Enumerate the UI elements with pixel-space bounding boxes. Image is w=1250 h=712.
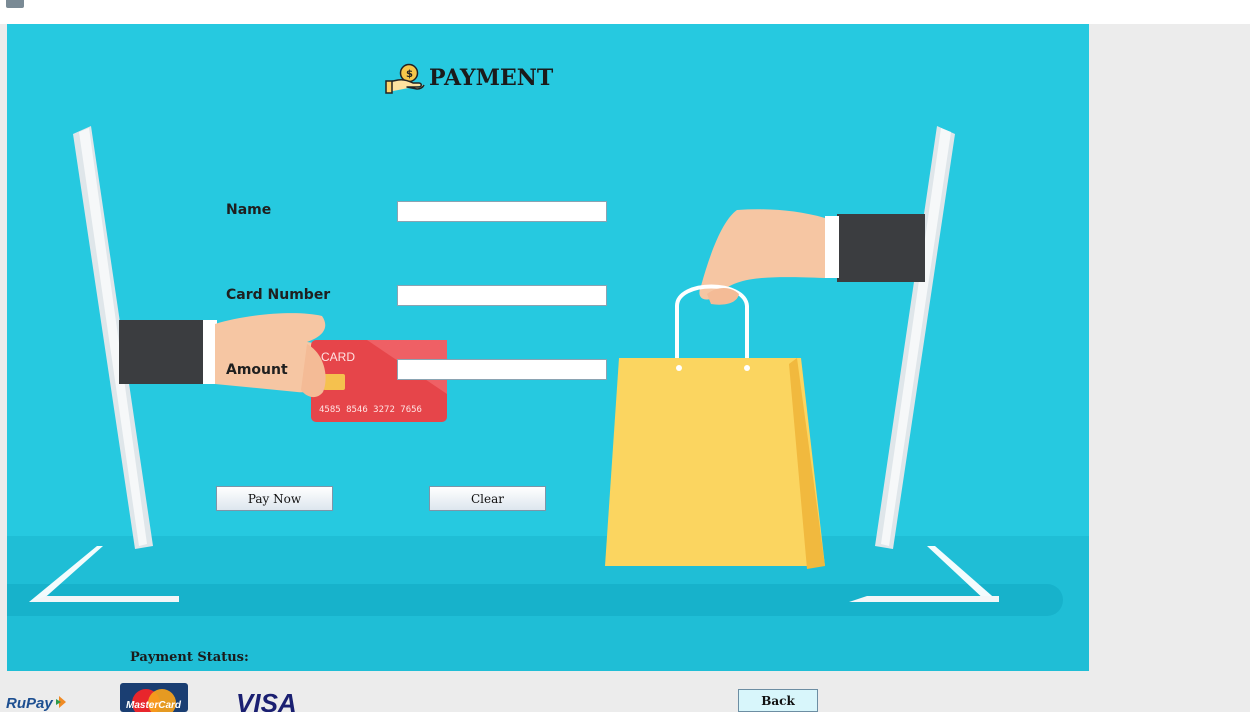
app-icon [6, 0, 24, 8]
name-input[interactable] [397, 201, 607, 222]
page-title: $ PAYMENT [385, 62, 553, 94]
right-monitor-illustration [849, 126, 999, 602]
visa-logo-text: VISA [236, 690, 297, 712]
money-hand-icon: $ [385, 63, 425, 94]
svg-text:$: $ [406, 69, 413, 80]
right-hand-illustration [605, 209, 925, 569]
name-label: Name [226, 202, 272, 218]
payment-status-label: Payment Status: [130, 650, 249, 665]
rupay-logo-text: RuPay [6, 695, 53, 712]
mastercard-logo: MasterCard [120, 683, 188, 712]
mastercard-logo-text: MasterCard [126, 700, 182, 711]
clear-button[interactable]: Clear [429, 486, 546, 511]
card-number-input[interactable] [397, 285, 607, 306]
page-title-text: PAYMENT [429, 65, 554, 91]
pay-now-button[interactable]: Pay Now [216, 486, 333, 511]
visa-logo: VISA [236, 690, 297, 712]
rupay-logo: RuPay [6, 695, 66, 712]
amount-input[interactable] [397, 359, 607, 380]
window-titlebar [0, 0, 1250, 24]
amount-label: Amount [226, 362, 288, 378]
online-shopping-illustration: CARD 4585 8546 3272 7656 [29, 126, 999, 602]
card-number-label: Card Number [226, 287, 331, 303]
payment-panel: CARD 4585 8546 3272 7656 $ PAYMENT Name … [7, 24, 1089, 671]
card-title-text: CARD [321, 350, 355, 364]
back-button[interactable]: Back [738, 689, 818, 712]
card-number-text: 4585 8546 3272 7656 [319, 405, 422, 415]
